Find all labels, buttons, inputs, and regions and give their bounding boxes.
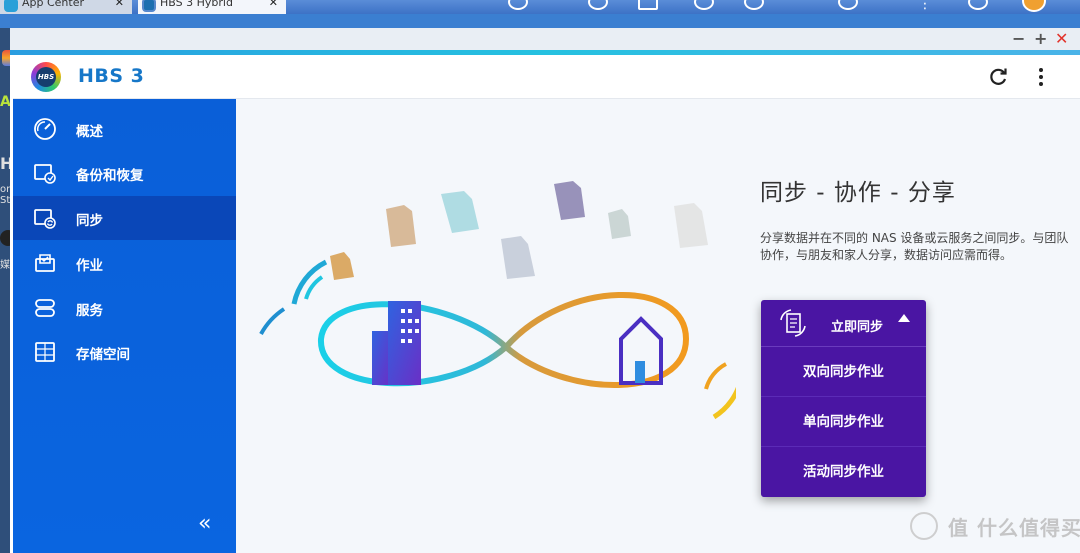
refresh-icon[interactable] [986,64,1012,90]
app-center-icon [4,0,18,12]
app-title: HBS 3 [78,65,145,87]
storage-icon [35,342,55,362]
sync-icon [34,209,56,229]
chevron-up-icon [898,314,910,322]
menu-item-two-way-sync[interactable]: 双向同步作业 [761,347,926,397]
services-icon [35,299,55,317]
hbs3-window: − + ✕ HBS HBS 3 概述 备份和恢复 同步 作业 服务 存储空间 «… [10,28,1080,553]
app-header: HBS HBS 3 [13,55,1080,99]
search-icon[interactable] [508,0,528,10]
sidebar-item-label: 服务 [76,303,103,319]
hbs-logo: HBS [31,62,61,92]
volume-icon[interactable] [588,0,608,10]
sidebar-item-jobs[interactable]: 作业 [13,241,236,285]
desktop-stripe [0,14,1080,41]
hbs-icon [142,0,156,12]
menu-item-active-sync[interactable]: 活动同步作业 [761,447,926,497]
sidebar-item-sync[interactable]: 同步 [13,196,236,240]
sidebar-item-backup-restore[interactable]: 备份和恢复 [13,151,236,195]
building-icon [372,301,421,385]
sync-document-icon [780,309,806,337]
sidebar-item-storage[interactable]: 存储空间 [13,330,236,374]
monitor-icon[interactable] [638,0,658,10]
window-titlebar[interactable]: − + ✕ [10,28,1080,55]
logo-text: HBS [36,67,56,87]
close-button[interactable]: ✕ [1055,30,1068,48]
signal-arc [259,307,286,336]
sidebar-item-label: 备份和恢复 [76,168,144,184]
sync-status-icon[interactable] [694,0,714,10]
info-icon[interactable] [968,0,988,10]
sidebar-item-label: 概述 [76,124,103,140]
signal-arc [304,275,324,300]
signal-arc [712,386,736,420]
notification-icon[interactable] [744,0,764,10]
sidebar-item-label: 同步 [76,213,103,229]
tab-label: App Center [22,0,85,9]
sidebar-item-services[interactable]: 服务 [13,286,236,330]
sidebar-item-label: 存储空间 [76,347,130,363]
page-description: 分享数据并在不同的 NAS 设备或云服务之间同步。与团队协作，与朋友和家人分享，… [760,231,1069,262]
jobs-icon [35,254,55,272]
more-vertical-icon[interactable]: ⋮ [918,0,938,12]
sidebar-item-label: 作业 [76,258,103,274]
page-heading: 同步 - 协作 - 分享 [760,180,956,206]
sync-now-dropdown: 立即同步 双向同步作业 单向同步作业 活动同步作业 [761,300,926,497]
signal-arc [291,259,328,305]
backup-restore-icon [34,164,56,184]
watermark-text: 值 什么值得买 [948,516,1080,540]
floating-documents [330,181,708,280]
collapse-sidebar-button[interactable]: « [198,511,211,536]
close-icon[interactable]: ✕ [115,0,124,14]
signal-arc [704,362,728,390]
main-content: 同步 - 协作 - 分享 分享数据并在不同的 NAS 设备或云服务之间同步。与团… [236,99,1080,553]
sync-illustration [259,181,736,420]
dashboard-icon [34,118,56,140]
browser-tab-hbs3[interactable]: HBS 3 Hybrid ✕ [138,0,286,14]
close-icon[interactable]: ✕ [269,0,278,14]
minimize-button[interactable]: − [1012,30,1025,48]
browser-tab-app-center[interactable]: App Center ✕ [0,0,132,14]
sync-now-label: 立即同步 [831,320,884,335]
titlebar-background [10,28,1080,50]
menu-item-one-way-sync[interactable]: 单向同步作业 [761,397,926,447]
tab-label: HBS 3 Hybrid [160,0,233,9]
maximize-button[interactable]: + [1034,30,1047,48]
more-vertical-icon[interactable] [1028,64,1054,90]
sync-now-button[interactable]: 立即同步 [761,300,926,347]
watermark-logo-icon [910,512,938,540]
user-options-icon[interactable] [838,0,858,10]
avatar[interactable] [1022,0,1046,12]
os-taskbar: App Center ✕ HBS 3 Hybrid ✕ ⋮ [0,0,1080,14]
home-icon [619,316,663,385]
sidebar-item-overview[interactable]: 概述 [13,107,236,151]
sidebar: 概述 备份和恢复 同步 作业 服务 存储空间 « [13,99,236,553]
